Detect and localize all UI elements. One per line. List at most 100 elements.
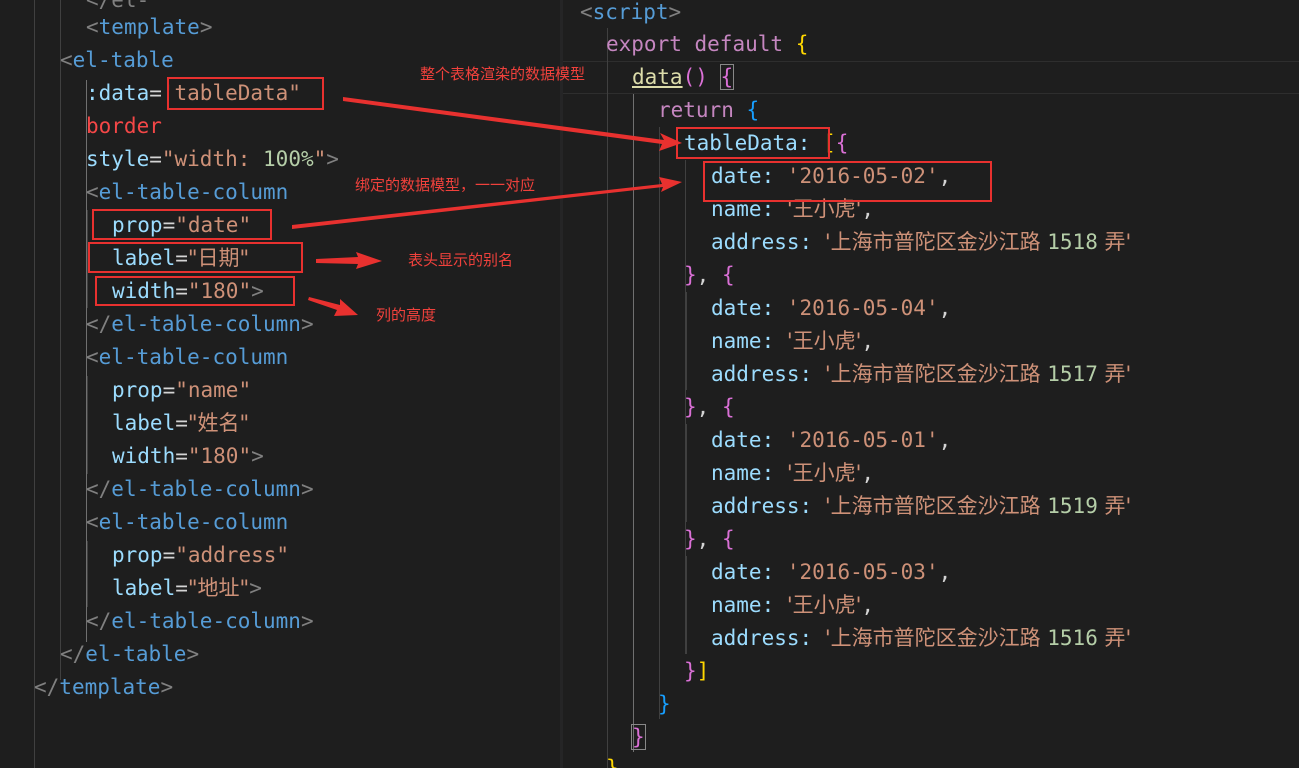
code-token: 弄' — [1097, 362, 1132, 386]
code-token: name: — [711, 329, 775, 353]
annotation-model-note: 整个表格渲染的数据模型 — [420, 65, 586, 83]
code-token: '上海市普陀区金沙江路 — [824, 494, 1048, 518]
code-line: } — [631, 724, 646, 750]
code-token: address: — [711, 362, 813, 386]
code-token: 1516 — [1047, 626, 1098, 650]
code-token: style — [86, 147, 150, 171]
code-line: date: '2016-05-01', — [711, 428, 952, 452]
code-line: return { — [658, 98, 760, 122]
highlight-box-label — [88, 242, 303, 273]
code-token: date: — [711, 296, 775, 320]
code-line: prop="address" — [112, 543, 290, 567]
code-token: " — [313, 147, 327, 171]
code-token: el-table — [72, 48, 174, 72]
code-line: label="姓名" — [112, 411, 250, 435]
code-token: '2016-05-04' — [786, 296, 939, 320]
code-line: <el-table-column — [86, 510, 289, 534]
code-token: export — [606, 32, 682, 56]
code-token: address: — [711, 230, 813, 254]
code-token: el-table — [85, 642, 187, 666]
code-line: <el-table-column — [86, 345, 289, 369]
highlight-box-width — [95, 276, 295, 306]
code-token: 弄' — [1097, 494, 1132, 518]
code-token: 弄' — [1097, 230, 1132, 254]
code-token: 弄' — [1097, 626, 1132, 650]
indent-guide — [686, 424, 687, 522]
code-line: </el-table-column> — [86, 477, 314, 501]
code-line: }] — [684, 659, 710, 683]
code-line: }, { — [684, 527, 735, 551]
code-token: '王小虎' — [786, 461, 862, 485]
code-token: "name" — [175, 378, 252, 402]
code-line: <script> — [580, 0, 682, 24]
code-line: </el-table-column> — [86, 312, 314, 336]
code-token: name: — [711, 593, 775, 617]
code-token: '上海市普陀区金沙江路 — [824, 230, 1048, 254]
left-editor-pane[interactable]: </el- <template> <el-table :data='tableD… — [0, 0, 560, 768]
highlight-box-date-field — [703, 161, 992, 202]
indent-guide — [633, 94, 634, 752]
code-token: default — [694, 32, 784, 56]
code-line: name: '王小虎', — [711, 461, 875, 485]
code-line: } — [658, 692, 671, 716]
code-token: '上海市普陀区金沙江路 — [824, 362, 1048, 386]
code-token: :data — [86, 81, 150, 105]
code-token: prop — [112, 378, 163, 402]
code-line: border — [86, 110, 162, 143]
code-token: el-table-column — [98, 180, 289, 204]
code-token: '上海市普陀区金沙江路 — [824, 626, 1048, 650]
code-token: 1517 — [1047, 362, 1098, 386]
code-token: address: — [711, 494, 813, 518]
code-line: </el-table-column> — [86, 609, 314, 633]
code-line: width="180"> — [112, 444, 264, 468]
code-token: address: — [711, 626, 813, 650]
code-line: </template> — [34, 675, 174, 699]
code-token: 100% — [263, 147, 314, 171]
code-token: label — [112, 576, 176, 600]
right-editor-pane[interactable]: <script> export default { data() { retur… — [563, 0, 1299, 768]
code-line: } — [606, 756, 619, 768]
code-token: name: — [711, 461, 775, 485]
annotation-header-note: 表头显示的别名 — [408, 251, 514, 269]
indent-guide — [659, 127, 660, 719]
code-line: data() { — [632, 64, 735, 90]
code-line: export default { — [606, 32, 809, 56]
code-token: el-table-column — [111, 609, 301, 633]
code-line: prop="name" — [112, 378, 252, 402]
code-line: address: '上海市普陀区金沙江路 1516 弄' — [711, 622, 1131, 655]
code-token: 1518 — [1047, 230, 1098, 254]
code-line: </el-table> — [60, 642, 200, 666]
highlight-box-tabledata-key — [676, 127, 830, 159]
indent-guide — [607, 28, 608, 768]
annotation-width-note: 列的高度 — [376, 306, 437, 324]
code-token: data — [632, 65, 683, 89]
code-token: "address" — [175, 543, 290, 567]
code-token: el-table-column — [111, 312, 301, 336]
code-token: template — [98, 15, 200, 39]
indent-guide — [87, 376, 88, 474]
code-token: "width: — [161, 147, 264, 171]
code-line: date: '2016-05-03', — [711, 560, 952, 584]
code-line: <el-table — [60, 48, 174, 72]
highlight-box-table-data-binding — [167, 77, 324, 110]
annotation-binding-note: 绑定的数据模型，一一对应 — [355, 176, 536, 194]
code-token: width — [112, 444, 176, 468]
code-line: address: '上海市普陀区金沙江路 1519 弄' — [711, 490, 1131, 523]
code-token: border — [86, 114, 162, 138]
code-token: prop — [112, 543, 163, 567]
highlight-box-prop — [92, 209, 272, 240]
code-token: '王小虎' — [786, 329, 862, 353]
code-token: template — [59, 675, 161, 699]
code-token: "地址" — [187, 576, 250, 600]
code-token: label — [112, 411, 176, 435]
code-line: <template> — [86, 15, 213, 39]
code-token: '王小虎' — [786, 593, 862, 617]
code-token: "姓名" — [187, 411, 250, 435]
code-token: '2016-05-03' — [786, 560, 939, 584]
indent-guide — [34, 0, 35, 768]
code-token: el-table-column — [98, 510, 289, 534]
code-line: }, { — [684, 395, 735, 419]
code-token: script — [592, 0, 669, 24]
indent-guide — [60, 0, 61, 680]
code-line: name: '王小虎', — [711, 329, 875, 353]
